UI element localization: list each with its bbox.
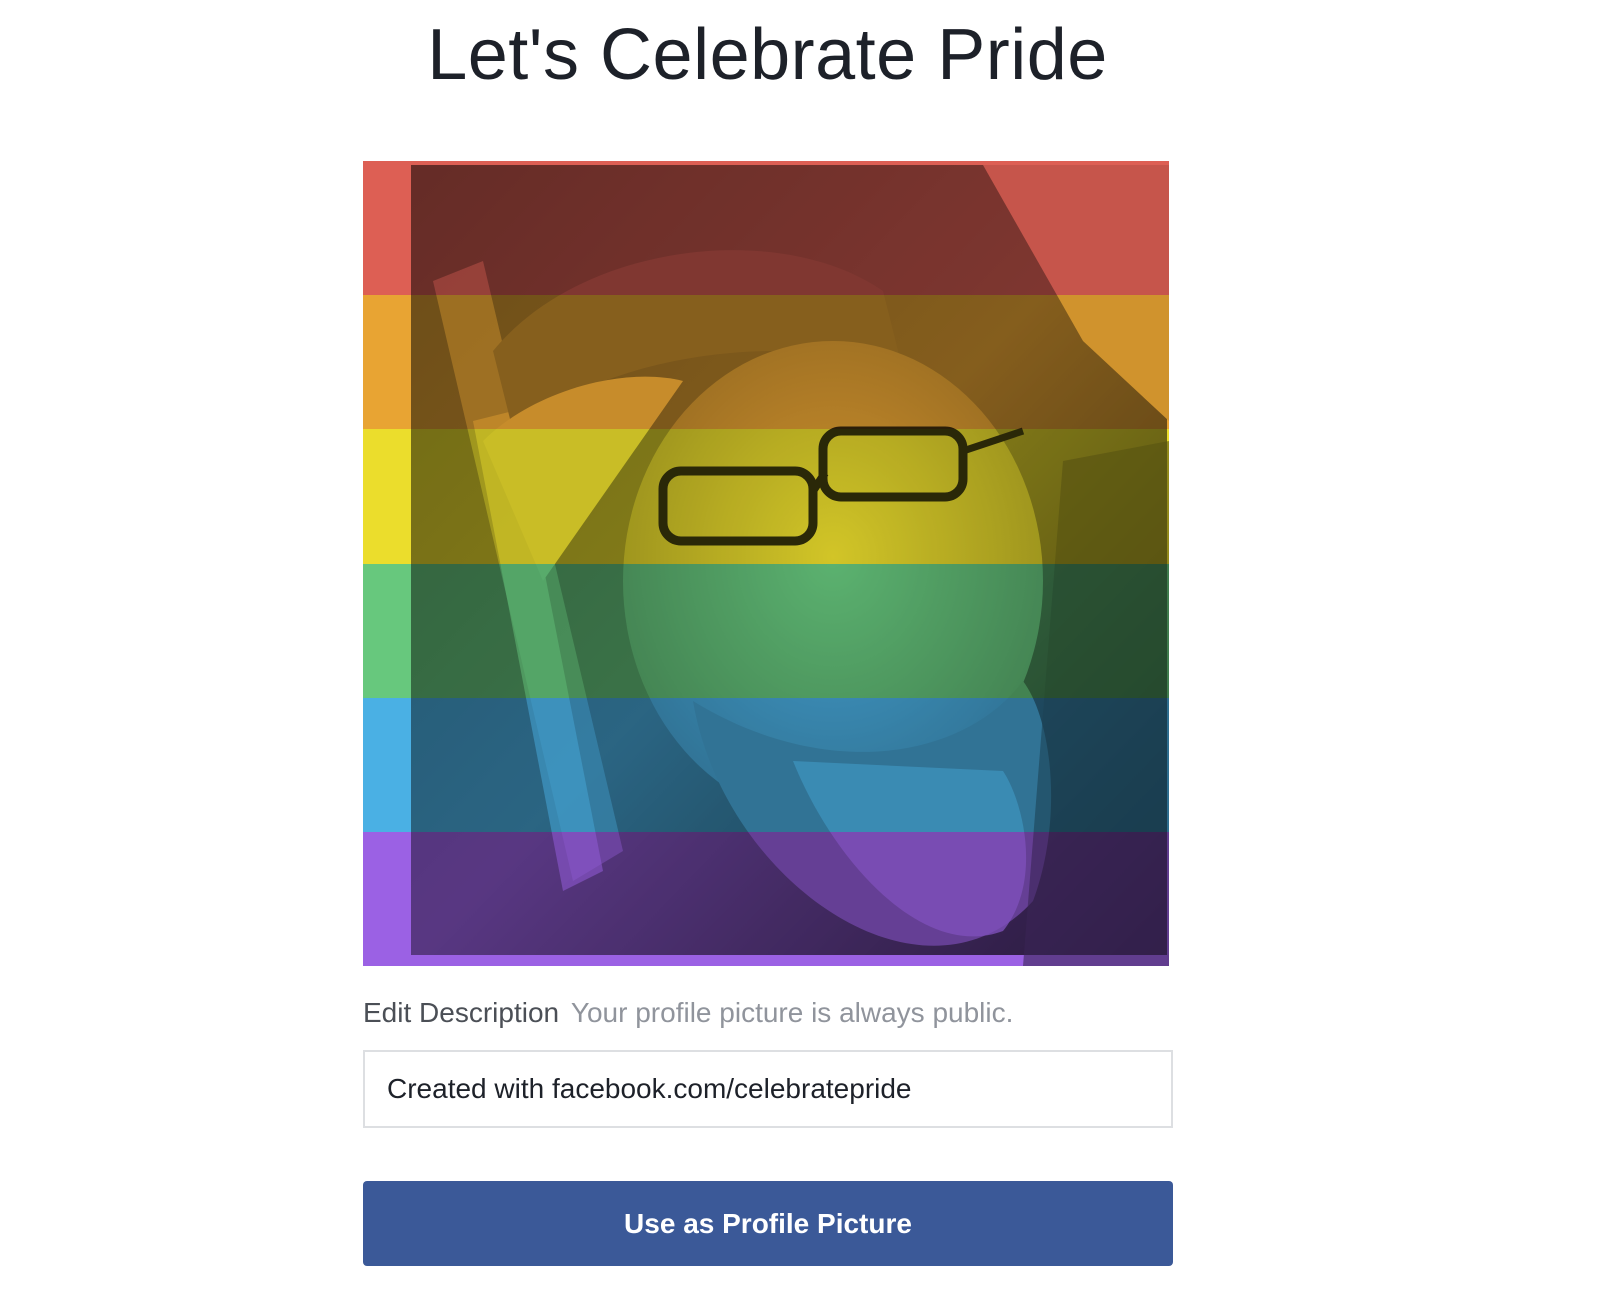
stripe-yellow	[363, 429, 1169, 564]
stripe-red	[363, 161, 1169, 296]
edit-description-label: Edit Description	[363, 997, 560, 1028]
stripe-blue	[363, 697, 1169, 832]
celebrate-pride-page: Let's Celebrate Pride Edit Description Y…	[0, 0, 1600, 1297]
stripe-orange	[363, 295, 1169, 430]
rainbow-overlay	[363, 161, 1169, 966]
stripe-green	[363, 563, 1169, 698]
description-header: Edit Description Your profile picture is…	[363, 996, 1013, 1030]
use-as-profile-picture-button[interactable]: Use as Profile Picture	[363, 1181, 1173, 1266]
page-title: Let's Celebrate Pride	[427, 15, 1108, 95]
privacy-hint: Your profile picture is always public.	[570, 997, 1014, 1028]
stripe-purple	[363, 831, 1169, 966]
description-input[interactable]	[363, 1050, 1173, 1128]
profile-photo-preview	[363, 161, 1169, 966]
